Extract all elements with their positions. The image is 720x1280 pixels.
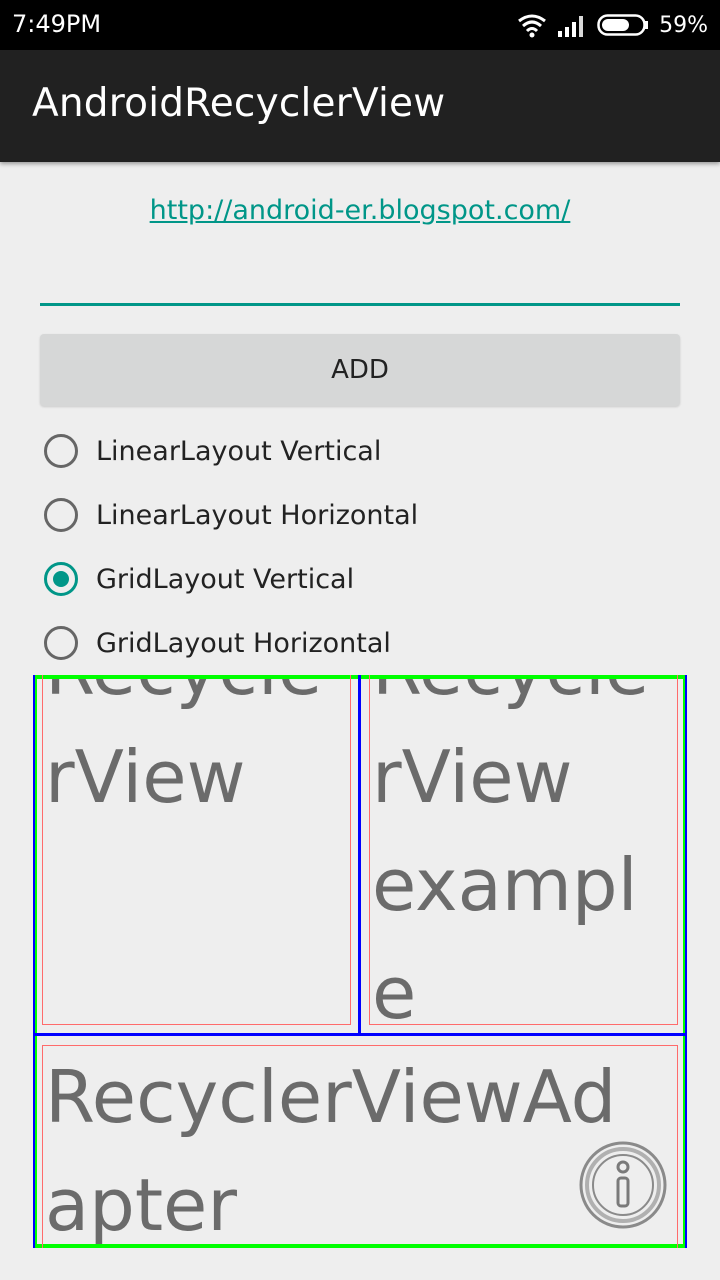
radio-button[interactable] — [44, 498, 78, 532]
blog-link[interactable]: http://android-er.blogspot.com/ — [0, 195, 720, 226]
battery-percent: 59% — [659, 12, 708, 38]
battery-icon — [597, 14, 649, 36]
radio-grid-vertical[interactable]: GridLayout Vertical — [44, 559, 354, 599]
status-bar: 7:49PM 59% — [0, 0, 720, 50]
radio-linear-horizontal[interactable]: LinearLayout Horizontal — [44, 495, 418, 535]
radio-label: LinearLayout Horizontal — [96, 499, 419, 531]
radio-label: LinearLayout Vertical — [96, 435, 382, 467]
radio-grid-horizontal[interactable]: GridLayout Horizontal — [44, 623, 391, 663]
column-divider — [358, 675, 361, 1035]
text-input[interactable] — [40, 250, 680, 306]
item-frame — [369, 675, 678, 1025]
status-time: 7:49PM — [12, 10, 102, 38]
radio-button[interactable] — [44, 434, 78, 468]
radio-button-checked[interactable] — [44, 562, 78, 596]
status-icons: 59% — [517, 8, 708, 42]
radio-label: GridLayout Horizontal — [96, 627, 391, 659]
row-divider — [33, 1033, 687, 1036]
radio-linear-vertical[interactable]: LinearLayout Vertical — [44, 431, 381, 471]
radio-button[interactable] — [44, 626, 78, 660]
radio-label: GridLayout Vertical — [96, 563, 355, 595]
add-button[interactable]: ADD — [40, 334, 680, 406]
app-bar: AndroidRecyclerView — [0, 50, 720, 162]
app-title: AndroidRecyclerView — [32, 81, 446, 126]
wifi-icon — [518, 14, 547, 38]
item-frame — [42, 675, 351, 1025]
info-icon[interactable] — [578, 1140, 668, 1230]
signal-icon — [558, 16, 584, 37]
text-input-underline — [40, 303, 680, 306]
